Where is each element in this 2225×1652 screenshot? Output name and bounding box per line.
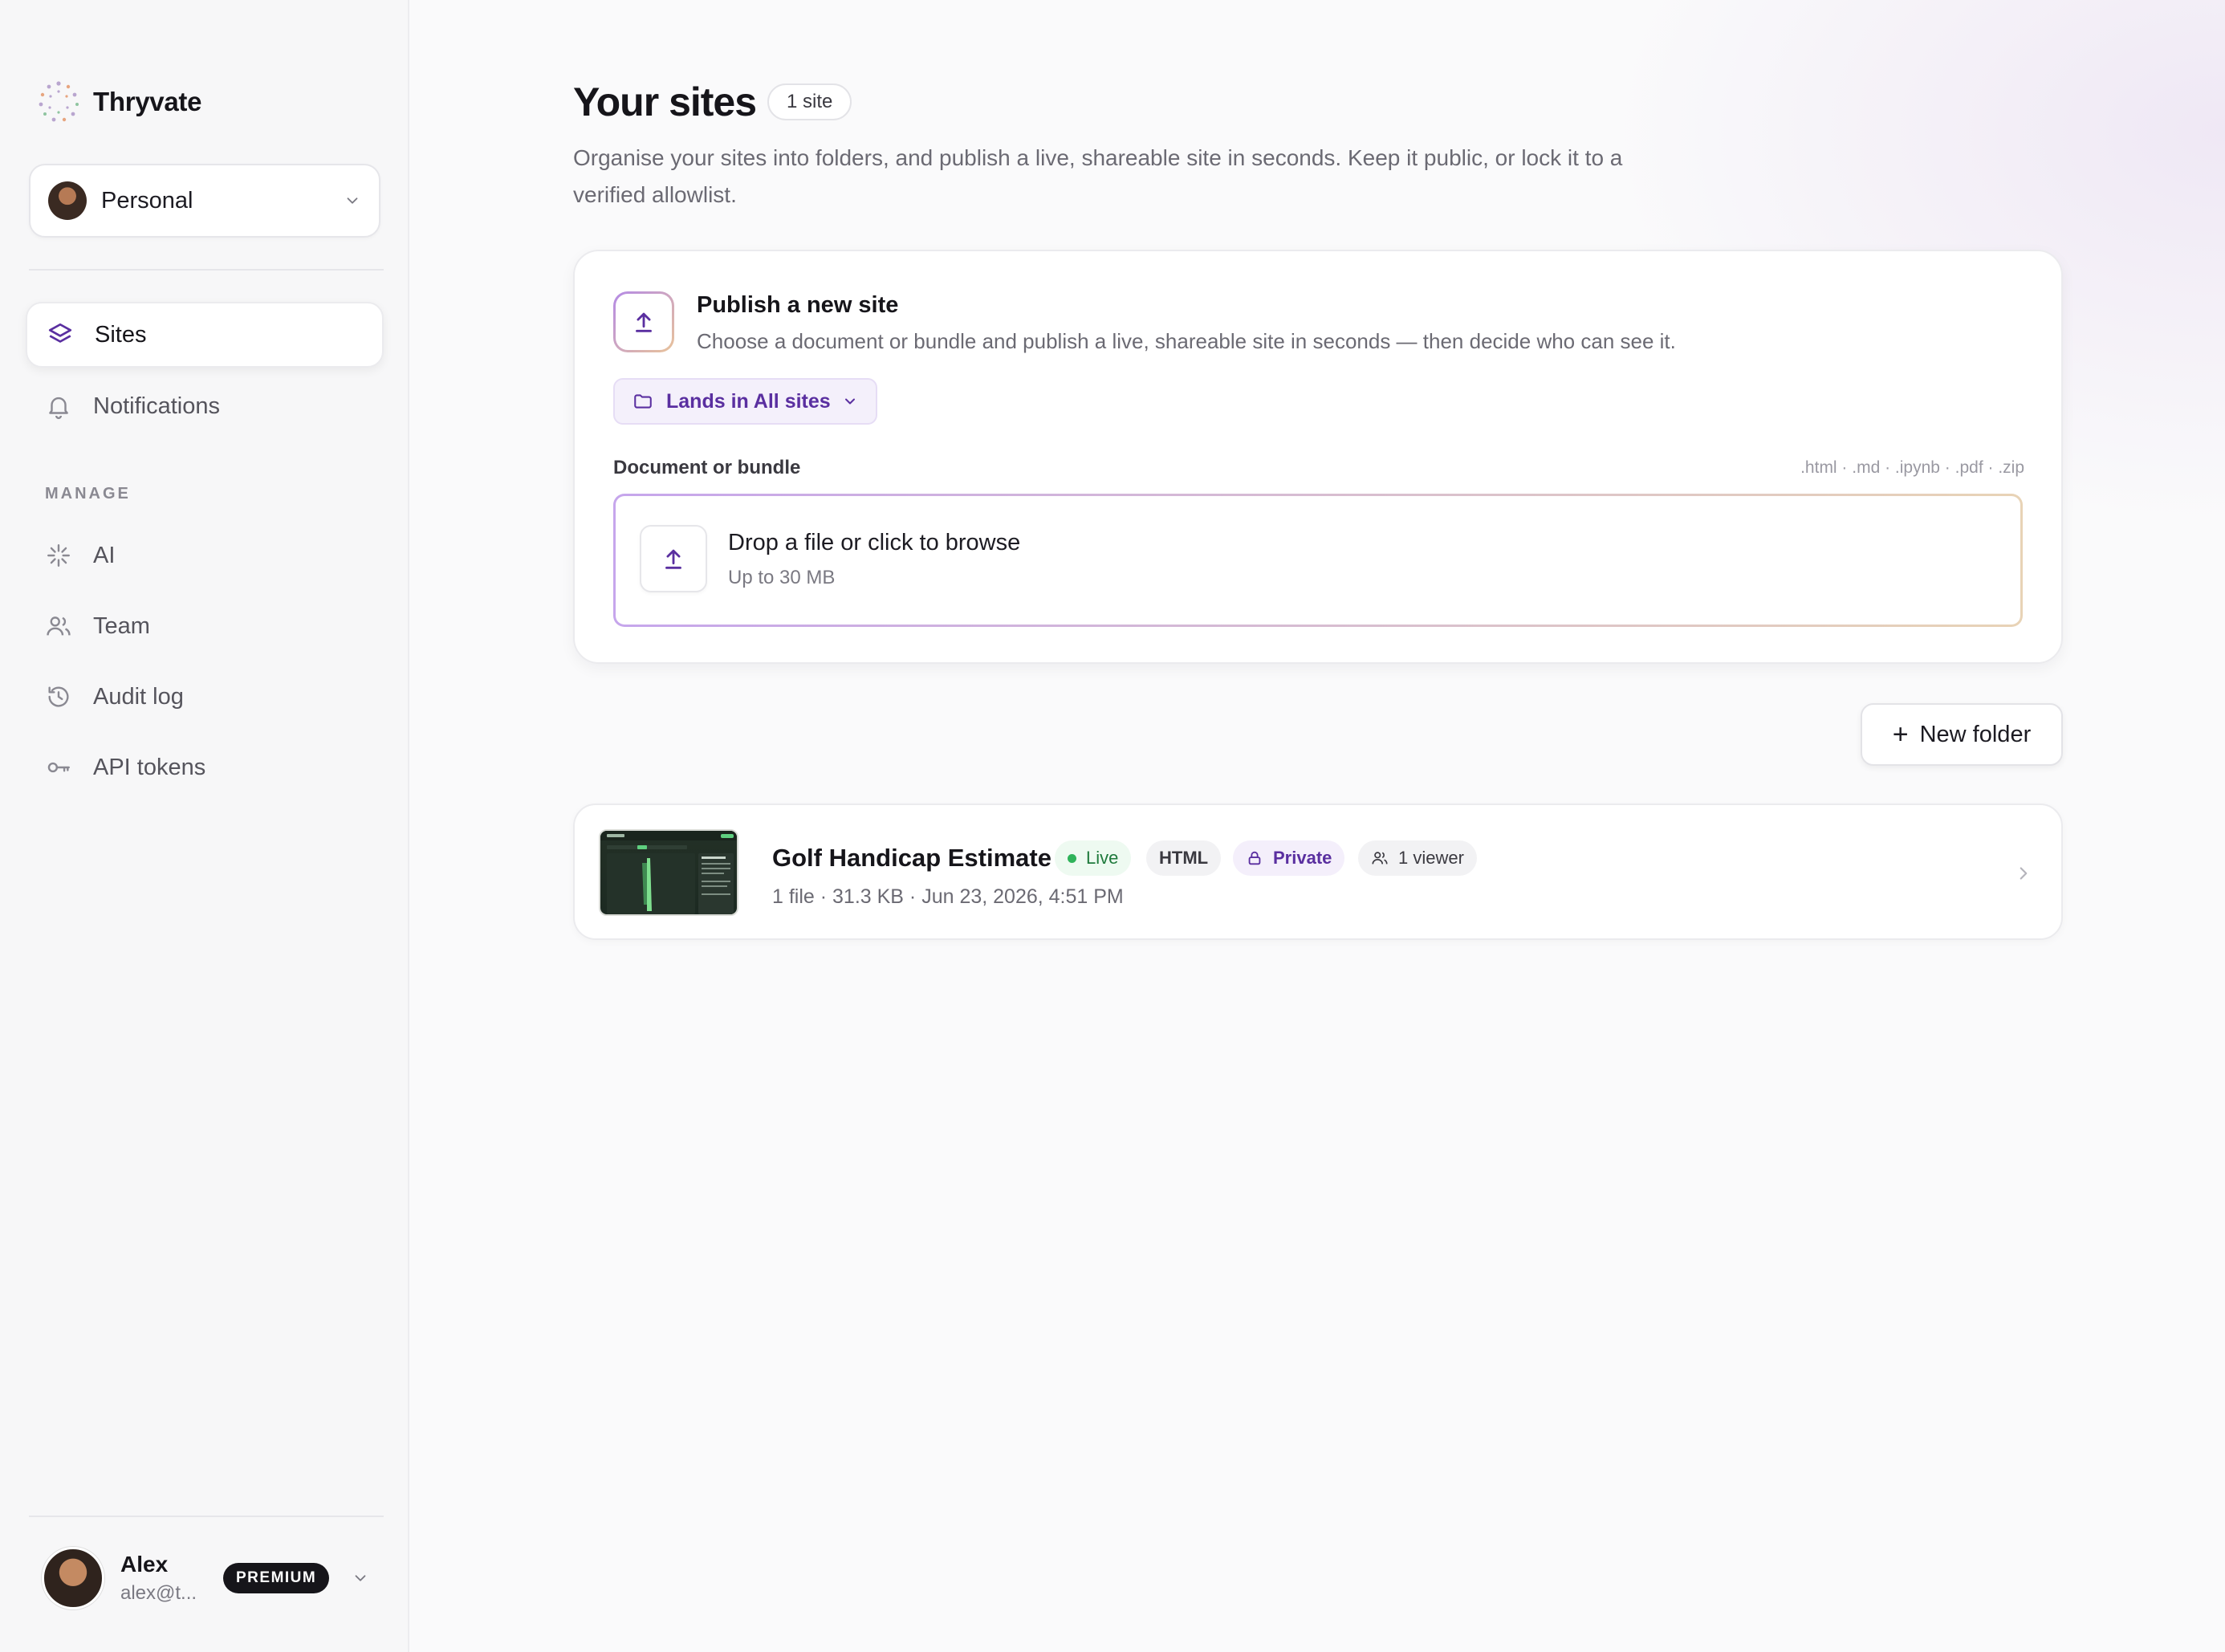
workspace-avatar: [48, 181, 87, 220]
folder-selector[interactable]: Lands in All sites: [613, 378, 877, 425]
sidebar-item-team[interactable]: Team: [26, 593, 384, 659]
dropzone-title: Drop a file or click to browse: [728, 530, 1021, 555]
viewers-badge: 1 viewer: [1358, 840, 1477, 876]
sidebar-item-audit-log[interactable]: Audit log: [26, 664, 384, 730]
key-icon: [45, 754, 72, 781]
sidebar-item-api-tokens[interactable]: API tokens: [26, 734, 384, 800]
new-folder-button[interactable]: + New folder: [1861, 703, 2063, 766]
site-count-badge: 1 site: [767, 83, 852, 120]
publish-title: Publish a new site: [697, 292, 899, 318]
users-icon: [45, 612, 72, 640]
sidebar-item-label: Team: [93, 612, 150, 639]
upload-icon: [640, 525, 707, 592]
sidebar-item-label: Notifications: [93, 393, 220, 419]
section-label-manage: MANAGE: [45, 485, 131, 503]
lock-icon: [1246, 849, 1263, 867]
account-name: Alex: [120, 1552, 169, 1577]
site-name: Golf Handicap Estimate: [772, 844, 1051, 872]
folder-selector-label: Lands in All sites: [666, 389, 831, 413]
chevron-right-icon: [2020, 867, 2028, 880]
publish-subtitle: Choose a document or bundle and publish …: [697, 329, 1676, 353]
avatar: [42, 1547, 104, 1609]
layers-icon: [47, 321, 74, 348]
file-dropzone[interactable]: Drop a file or click to browse Up to 30 …: [613, 494, 2023, 627]
sidebar-divider: [29, 1516, 384, 1517]
status-label: Live: [1086, 848, 1119, 868]
page-title: Your sites: [573, 79, 757, 124]
workspace-label: Personal: [101, 187, 193, 214]
sidebar: Thryvate Personal Sites Notifications MA…: [0, 0, 409, 1652]
viewers-label: 1 viewer: [1398, 848, 1464, 868]
visibility-label: Private: [1273, 848, 1332, 868]
sidebar-item-label: API tokens: [93, 754, 206, 780]
sidebar-divider: [29, 269, 384, 271]
new-folder-label: New folder: [1919, 721, 2032, 747]
upload-icon: [613, 291, 674, 352]
status-badge: Live: [1055, 840, 1132, 876]
account-menu[interactable]: Alex alex@t... PREMIUM: [42, 1546, 379, 1610]
site-meta: 1 file · 31.3 KB · Jun 23, 2026, 4:51 PM: [772, 885, 1124, 908]
publish-card: Publish a new site Choose a document or …: [573, 250, 2063, 664]
chevron-down-icon: [355, 1575, 366, 1581]
sidebar-item-ai[interactable]: AI: [26, 523, 384, 588]
accepted-file-types: .html · .md · .ipynb · .pdf · .zip: [1800, 458, 2024, 477]
site-thumbnail: [599, 829, 738, 916]
live-dot-icon: [1068, 853, 1076, 863]
folder-icon: [633, 391, 653, 412]
workspace-switcher[interactable]: Personal: [29, 164, 380, 238]
brand[interactable]: Thryvate: [35, 79, 201, 125]
chevron-down-icon: [347, 197, 358, 204]
plus-icon: +: [1892, 719, 1909, 750]
sidebar-item-label: Audit log: [93, 683, 184, 710]
brand-name: Thryvate: [93, 87, 202, 116]
site-row[interactable]: Golf Handicap Estimate Live HTML Private…: [573, 804, 2063, 940]
sidebar-item-label: AI: [93, 542, 116, 568]
account-email: alex@t...: [120, 1582, 197, 1604]
chevron-down-icon: [842, 393, 858, 409]
bell-icon: [45, 393, 72, 420]
plan-badge: PREMIUM: [223, 1563, 330, 1593]
sidebar-item-notifications[interactable]: Notifications: [26, 373, 384, 439]
sidebar-item-label: Sites: [95, 321, 147, 348]
type-badge: HTML: [1146, 840, 1222, 876]
sidebar-item-sites[interactable]: Sites: [26, 302, 384, 368]
visibility-badge: Private: [1233, 840, 1345, 876]
sparkle-icon: [45, 542, 72, 569]
thryvate-logo-icon: [39, 81, 79, 122]
users-icon: [1371, 849, 1389, 867]
history-icon: [45, 683, 72, 710]
dropzone-hint: Up to 30 MB: [728, 567, 836, 588]
document-field-label: Document or bundle: [613, 457, 801, 478]
page-description: Organise your sites into folders, and pu…: [573, 145, 1623, 207]
